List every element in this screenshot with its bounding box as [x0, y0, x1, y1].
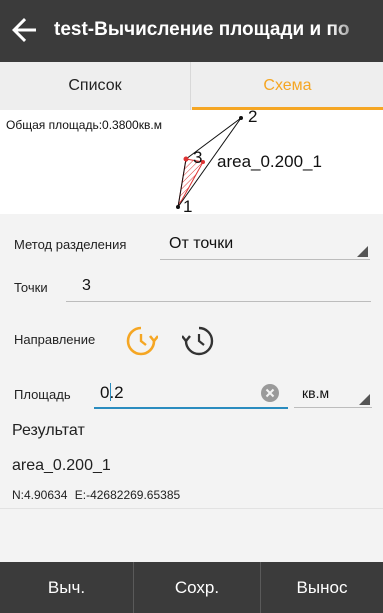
area-input[interactable]: 0.2: [94, 374, 288, 410]
counterclockwise-direction-icon[interactable]: [182, 324, 216, 358]
method-select[interactable]: От точки: [160, 226, 370, 262]
result-northing: N:4.90634: [12, 488, 68, 502]
point-2-label: 2: [248, 110, 258, 126]
method-label: Метод разделения: [14, 237, 127, 252]
app-toolbar: test-Вычисление площади и по: [0, 0, 383, 62]
tab-list[interactable]: Список: [0, 62, 191, 110]
bottom-action-bar: Выч. Сохр. Вынос: [0, 562, 383, 613]
back-arrow-icon[interactable]: [6, 12, 42, 48]
unit-underline: [294, 407, 372, 408]
method-value: От точки: [169, 235, 234, 252]
points-value: 3: [82, 277, 91, 294]
save-button[interactable]: Сохр.: [134, 562, 260, 613]
unit-value: кв.м: [302, 385, 330, 401]
points-label: Точки: [14, 280, 48, 295]
unit-select[interactable]: кв.м: [294, 374, 372, 410]
result-easting: E:-42682269.65385: [74, 488, 181, 502]
point-1-marker: [176, 205, 180, 209]
method-underline: [160, 259, 370, 260]
scheme-map[interactable]: Общая площадь:0.3800кв.м 2 3 1 area_0.20…: [0, 110, 383, 214]
calculate-button[interactable]: Выч.: [0, 562, 133, 613]
area-result-label: area_0.200_1: [217, 152, 322, 171]
point-2-marker: [239, 116, 243, 120]
tab-scheme[interactable]: Схема: [192, 62, 383, 110]
dropdown-arrow-icon: [359, 394, 370, 405]
area-label: Площадь: [14, 387, 71, 402]
result-heading: Результат: [12, 422, 85, 439]
result-name: area_0.200_1: [12, 457, 111, 474]
clear-input-icon[interactable]: [261, 384, 279, 402]
tab-scheme-label: Схема: [263, 77, 312, 94]
points-underline: [66, 301, 371, 302]
stakeout-button[interactable]: Вынос: [261, 562, 383, 613]
division-form: Метод разделения От точки Точки 3 Направ…: [0, 214, 383, 562]
area-value: 0.2: [100, 383, 124, 402]
result-coordinates: N:4.90634 E:-42682269.65385: [12, 488, 184, 502]
dropdown-arrow-icon: [357, 246, 368, 257]
point-3-label: 3: [193, 148, 203, 167]
result-divider: [0, 508, 383, 509]
points-field[interactable]: 3: [66, 270, 371, 304]
area-underline: [94, 407, 288, 409]
direction-label: Направление: [14, 332, 96, 347]
tab-bar: Список Схема: [0, 62, 383, 110]
clockwise-direction-icon[interactable]: [124, 324, 158, 358]
point-3-marker: [183, 156, 189, 162]
text-cursor: [110, 383, 111, 401]
point-1-label: 1: [183, 197, 193, 214]
page-title: test-Вычисление площади и по: [54, 19, 350, 40]
